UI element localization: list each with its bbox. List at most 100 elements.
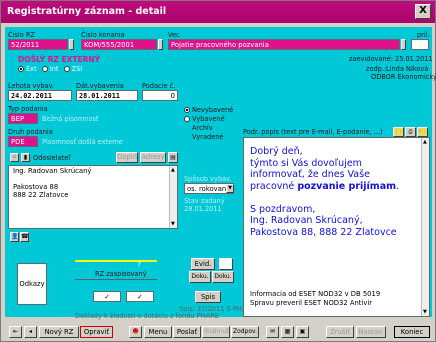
- radio-int[interactable]: Int: [41, 65, 58, 73]
- cislo-konania-picker[interactable]: [158, 39, 163, 50]
- eset-line: Spravu preveril ESET NOD32 Antivir: [250, 299, 373, 307]
- dat-vyb-label: Dát.vybavenia: [76, 82, 124, 90]
- novy-rz-button[interactable]: Nový RZ: [39, 326, 79, 338]
- cislo-rz-label: Číslo RZ: [8, 31, 35, 39]
- pril-label: pril.: [417, 31, 430, 39]
- attach-icon[interactable]: ▣: [296, 326, 309, 338]
- rz-zaspisovany-label: RZ zaspisovaný: [95, 270, 147, 278]
- description-textarea[interactable]: Dobrý deň, týmto si Vás dovoľujem inform…: [243, 137, 430, 317]
- scroll-down-icon[interactable]: ▼: [423, 309, 427, 315]
- adresy-button[interactable]: Adresy: [140, 152, 166, 163]
- vec-label: Vec: [168, 31, 180, 39]
- rz-zaspisovany-box: ? RZ zaspisovaný: [75, 260, 157, 280]
- sender-card-icon[interactable]: ▮: [21, 153, 30, 162]
- typ-desc: Bežná písomnosť: [42, 115, 99, 123]
- lehota-field[interactable]: 24.02.2011: [8, 90, 72, 101]
- stav-archiv[interactable]: Archív: [184, 124, 233, 132]
- prev-record-icon[interactable]: ◂: [24, 326, 37, 338]
- stav-vybavene[interactable]: Vybavené: [184, 115, 233, 123]
- mail-icon[interactable]: ✉: [266, 326, 279, 338]
- lehota-label: Lehota vybav.: [8, 82, 55, 90]
- radio-ext[interactable]: Ext: [18, 65, 37, 73]
- doc-icon[interactable]: [219, 258, 233, 270]
- cislo-rz-picker[interactable]: [69, 39, 74, 50]
- opravit-button[interactable]: Opraviť: [80, 326, 113, 338]
- sender-scrollbar[interactable]: ▲ ▼: [169, 166, 177, 228]
- sender-textarea[interactable]: Ing. Radovan Skrúcaný Pakostova 88 888 2…: [8, 165, 178, 229]
- menu-button[interactable]: Menu: [144, 326, 172, 338]
- pril-field[interactable]: [411, 39, 429, 50]
- stav-zadany-value: 28.01.2011: [184, 205, 222, 213]
- scroll-down-icon[interactable]: ▼: [171, 221, 175, 227]
- stav-nevybavene[interactable]: Nevybavené: [184, 106, 233, 114]
- vec-field[interactable]: Pojatie pracovného pozvania: [168, 39, 400, 50]
- stav-radio-group: Nevybavené Vybavené Archív Vyradené: [184, 106, 233, 141]
- record-detail-window: Registratúrny záznam - detail X Číslo RZ…: [0, 0, 436, 342]
- folder-icon[interactable]: 🗀: [393, 127, 404, 137]
- close-button[interactable]: X: [415, 4, 431, 19]
- stiahnut-button[interactable]: Stiahnuť: [202, 326, 230, 338]
- koniec-button[interactable]: Koniec: [394, 326, 430, 338]
- clear-sender-button[interactable]: ✕: [10, 153, 19, 162]
- odkazy-button[interactable]: Odkazy: [17, 263, 47, 305]
- sposob-value: os. rokovan: [187, 185, 227, 193]
- radio-icon: [184, 116, 190, 122]
- sposob-label: Spôsob vybav.: [184, 175, 232, 183]
- podacie-field[interactable]: 0: [142, 90, 178, 101]
- check-button-1[interactable]: ✓: [93, 291, 121, 302]
- title-bar: Registratúrny záznam - detail X: [1, 1, 435, 23]
- radio-zsi[interactable]: ZSI: [63, 65, 82, 73]
- dosly-label: DOŠLÝ RZ EXTERNÝ: [18, 55, 101, 64]
- doku-button-1[interactable]: Doku.: [189, 271, 211, 283]
- check-button-2[interactable]: ✓: [126, 291, 154, 302]
- poslat-button[interactable]: Poslať: [173, 326, 201, 338]
- cislo-konania-label: Číslo konania: [81, 31, 125, 39]
- phone-icon[interactable]: ☎: [20, 232, 29, 242]
- message-line: informovať, že dnes Vaše: [250, 169, 370, 180]
- popis-label: Podr. popis (text pre E-mail, E-podanie,…: [243, 128, 383, 136]
- typ-field[interactable]: BEP: [8, 113, 38, 124]
- spis-button[interactable]: Spis: [195, 291, 221, 303]
- druh-desc: Písomnosť došlá externe: [42, 138, 123, 146]
- scan-icon[interactable]: ▦: [281, 326, 294, 338]
- doklady-text: Doklady k žiadosti o dotáciu z fondu PHA…: [75, 312, 219, 320]
- address-book-icon[interactable]: ▤: [168, 152, 178, 163]
- vec-picker[interactable]: [401, 39, 406, 50]
- typ-label: Typ podania: [8, 105, 48, 113]
- first-record-icon[interactable]: ⇤: [9, 326, 22, 338]
- doku-button-2[interactable]: Doku.: [212, 271, 234, 283]
- eset-line: Informacia od ESET NOD32 v DB 5019: [250, 290, 381, 298]
- scroll-up-icon[interactable]: ▲: [423, 139, 427, 145]
- radio-int-icon: [41, 66, 48, 72]
- zodpov-button[interactable]: Zodpov.: [231, 326, 259, 338]
- sender-line: Ing. Radovan Skrúcaný: [13, 167, 92, 175]
- doplnit-button[interactable]: Doplň: [116, 152, 138, 163]
- open-folder-icon[interactable]: 🗁: [417, 127, 428, 137]
- stav-vyradene[interactable]: Vyradené: [184, 133, 233, 141]
- record-form: Číslo RZ 52/2011 Číslo konania KOM/555/2…: [5, 27, 436, 320]
- question-mark: ?: [137, 261, 141, 269]
- users-icon[interactable]: ☻: [129, 326, 142, 338]
- description-scrollbar[interactable]: ▲ ▼: [421, 138, 429, 316]
- zaevidovane-label: zaevidované:: [349, 55, 393, 63]
- regards-line: Ing. Radovan Skrúcaný,: [250, 215, 363, 226]
- nastav-button[interactable]: Nastav.: [356, 326, 386, 338]
- cislo-konania-field[interactable]: KOM/555/2001: [81, 39, 157, 50]
- bottom-toolbar: ⇤ ◂ Nový RZ Opraviť ☻ Menu Poslať Stiahn…: [1, 323, 435, 341]
- regards-line: S pozdravom,: [250, 203, 316, 215]
- scroll-up-icon[interactable]: ▲: [171, 167, 175, 173]
- oddbor-value: ODBOR Ekonomický: [371, 73, 436, 81]
- window-title: Registratúrny záznam - detail: [7, 6, 167, 17]
- message-line: týmto si Vás dovoľujem: [250, 157, 362, 169]
- dat-vyb-field[interactable]: 28.01.2011: [76, 90, 138, 101]
- chevron-down-icon[interactable]: ▼: [226, 184, 234, 193]
- evid-button[interactable]: Evid.: [191, 258, 215, 270]
- regards-line: Pakostova 88, 888 22 Zlatovce: [250, 226, 397, 238]
- druh-label: Druh podania: [8, 128, 53, 136]
- zrusit-button[interactable]: Zrušiť: [326, 326, 354, 338]
- druh-field[interactable]: PDE: [8, 136, 38, 147]
- cislo-rz-field[interactable]: 52/2011: [8, 39, 68, 50]
- eset-notice: Informacia od ESET NOD32 v DB 5019 Sprav…: [250, 290, 380, 308]
- person-icon[interactable]: 👤: [10, 232, 19, 242]
- print-icon[interactable]: ⎙: [405, 127, 416, 137]
